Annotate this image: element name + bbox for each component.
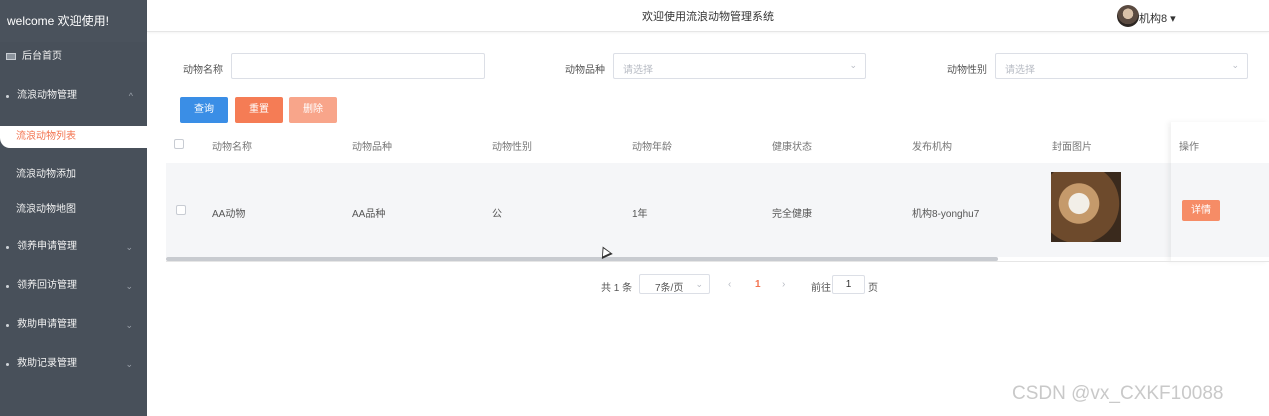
column-header: 动物年龄 — [632, 142, 672, 153]
goto-prefix: 前往 — [811, 283, 831, 294]
sidebar-item-animal-add[interactable]: 流浪动物添加 — [0, 164, 147, 186]
sidebar-item-label: 后台首页 — [22, 51, 62, 62]
page-size-value: 7条/页 — [655, 283, 684, 294]
sidebar: welcome 欢迎使用! 后台首页 流浪动物管理 ^ 流浪动物列表 流浪动物添… — [0, 0, 147, 416]
animal-breed-label: 动物品种 — [565, 65, 605, 76]
pagination-total: 共 1 条 — [601, 283, 633, 294]
fixed-action-column — [1171, 122, 1269, 262]
chevron-down-icon: ⌄ — [849, 60, 857, 70]
bullet-icon — [6, 246, 9, 249]
chevron-down-icon: ⌄ — [125, 320, 133, 330]
bullet-icon — [6, 285, 9, 288]
page-title: 欢迎使用流浪动物管理系统 — [642, 11, 774, 23]
top-header: 欢迎使用流浪动物管理系统 机构8 ▾ — [147, 0, 1269, 32]
chevron-down-icon: ⌄ — [695, 279, 703, 289]
cell-breed: AA品种 — [352, 209, 386, 220]
sidebar-item-label: 救助记录管理 — [17, 358, 77, 369]
column-header: 动物名称 — [212, 142, 252, 153]
next-page-icon[interactable]: › — [782, 279, 785, 290]
sidebar-item-label: 领养申请管理 — [17, 241, 77, 252]
query-button[interactable]: 查询 — [180, 97, 228, 123]
animal-gender-label: 动物性别 — [947, 65, 987, 76]
bullet-icon — [6, 95, 9, 98]
sidebar-item-label: 流浪动物添加 — [16, 169, 76, 180]
sidebar-group-rescue-record[interactable]: 救助记录管理 ⌄ — [0, 353, 147, 375]
bullet-icon — [6, 363, 9, 366]
delete-button[interactable]: 删除 — [289, 97, 337, 123]
animal-breed-select[interactable]: 请选择 ⌄ — [613, 53, 866, 79]
animal-gender-placeholder: 请选择 — [1005, 65, 1035, 76]
sidebar-item-label: 流浪动物列表 — [16, 131, 76, 142]
chevron-down-icon: ⌄ — [125, 359, 133, 369]
sidebar-group-adoption-apply[interactable]: 领养申请管理 ⌄ — [0, 236, 147, 258]
sidebar-item-label: 救助申请管理 — [17, 319, 77, 330]
column-header: 健康状态 — [772, 142, 812, 153]
column-header: 动物品种 — [352, 142, 392, 153]
sidebar-item-label: 领养回访管理 — [17, 280, 77, 291]
monitor-icon — [6, 53, 16, 60]
sidebar-item-label: 流浪动物管理 — [17, 90, 77, 101]
select-all-checkbox[interactable] — [174, 139, 184, 149]
page-size-select[interactable]: 7条/页 ⌄ — [639, 274, 710, 294]
animal-name-label: 动物名称 — [183, 65, 223, 76]
animal-breed-placeholder: 请选择 — [623, 65, 653, 76]
chevron-up-icon: ^ — [128, 91, 133, 101]
chevron-down-icon: ⌄ — [1231, 60, 1239, 70]
sidebar-item-home[interactable]: 后台首页 — [0, 46, 147, 68]
table-header: 动物名称 动物品种 动物性别 动物年龄 健康状态 发布机构 封面图片 操作 — [166, 127, 1269, 161]
table-divider — [166, 261, 1269, 262]
cell-health: 完全健康 — [772, 209, 812, 220]
sidebar-item-animal-map[interactable]: 流浪动物地图 — [0, 199, 147, 221]
row-checkbox[interactable] — [176, 205, 186, 215]
column-header: 发布机构 — [912, 142, 952, 153]
brand-title: welcome 欢迎使用! — [0, 0, 147, 42]
prev-page-icon[interactable]: ‹ — [728, 279, 731, 290]
sidebar-item-animal-list[interactable]: 流浪动物列表 — [0, 126, 147, 148]
cell-age: 1年 — [632, 209, 648, 220]
page-number-current[interactable]: 1 — [755, 279, 761, 290]
sidebar-group-animal-management[interactable]: 流浪动物管理 ^ — [0, 85, 147, 107]
sidebar-item-label: 流浪动物地图 — [16, 204, 76, 215]
watermark: CSDN @vx_CXKF10088 — [1012, 383, 1224, 404]
detail-button[interactable]: 详情 — [1182, 200, 1220, 221]
bullet-icon — [6, 324, 9, 327]
animal-gender-select[interactable]: 请选择 ⌄ — [995, 53, 1248, 79]
cell-name: AA动物 — [212, 209, 246, 220]
reset-button[interactable]: 重置 — [235, 97, 283, 123]
goto-page-input[interactable]: 1 — [832, 275, 865, 294]
column-header: 动物性别 — [492, 142, 532, 153]
animal-name-input[interactable] — [231, 53, 485, 79]
user-name: 机构8 ▾ — [1139, 13, 1176, 25]
cover-image[interactable] — [1051, 172, 1121, 242]
goto-suffix: 页 — [868, 283, 878, 294]
chevron-down-icon: ⌄ — [125, 281, 133, 291]
cell-org: 机构8-yonghu7 — [912, 209, 980, 220]
column-header: 封面图片 — [1052, 142, 1092, 153]
cell-gender: 公 — [492, 209, 502, 220]
chevron-down-icon: ⌄ — [125, 242, 133, 252]
sidebar-group-adoption-followup[interactable]: 领养回访管理 ⌄ — [0, 275, 147, 297]
sidebar-group-rescue-apply[interactable]: 救助申请管理 ⌄ — [0, 314, 147, 336]
avatar — [1117, 5, 1139, 27]
